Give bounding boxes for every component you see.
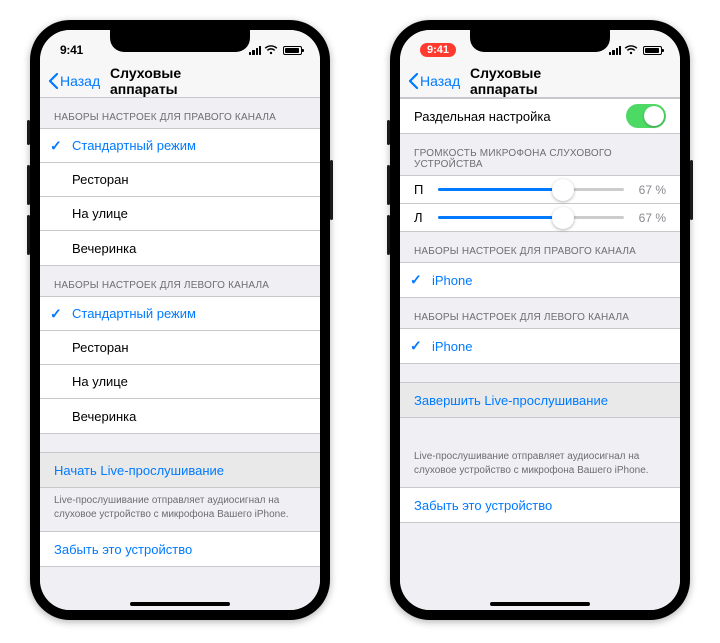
forget-device-label: Забыть это устройство: [54, 542, 192, 557]
section-header-left: НАБОРЫ НАСТРОЕК ДЛЯ ЛЕВОГО КАНАЛА: [40, 266, 320, 296]
battery-icon: [283, 46, 302, 55]
preset-option[interactable]: На улице: [40, 197, 320, 231]
slider-right: П 67 %: [400, 176, 680, 204]
preset-option[interactable]: ✓ Стандартный режим: [40, 297, 320, 331]
preset-label: iPhone: [432, 339, 472, 354]
back-button[interactable]: Назад: [408, 73, 460, 89]
page-title: Слуховые аппараты: [470, 65, 610, 97]
side-button: [330, 160, 333, 220]
nav-bar: Назад Слуховые аппараты: [40, 64, 320, 98]
page-title: Слуховые аппараты: [110, 65, 250, 97]
section-header-right: НАБОРЫ НАСТРОЕК ДЛЯ ПРАВОГО КАНАЛА: [40, 98, 320, 128]
side-button: [690, 160, 693, 220]
checkmark-icon: ✓: [50, 137, 62, 154]
side-button: [387, 215, 390, 255]
side-button: [387, 165, 390, 205]
preset-label: Вечеринка: [72, 241, 136, 256]
content[interactable]: Раздельная настройка ГРОМКОСТЬ МИКРОФОНА…: [400, 98, 680, 610]
live-listen-group: Начать Live-прослушивание: [40, 452, 320, 488]
battery-icon: [643, 46, 662, 55]
separate-adjust-toggle[interactable]: [626, 104, 666, 128]
preset-option[interactable]: Вечеринка: [40, 399, 320, 433]
cellular-icon: [249, 46, 261, 55]
preset-label: Стандартный режим: [72, 306, 196, 321]
start-live-listen-button[interactable]: Начать Live-прослушивание: [40, 453, 320, 487]
nav-bar: Назад Слуховые аппараты: [400, 64, 680, 98]
slider-value: 67 %: [632, 211, 666, 225]
live-listen-label: Начать Live-прослушивание: [54, 463, 224, 478]
preset-option[interactable]: На улице: [40, 365, 320, 399]
phone-left: 9:41 Назад Слуховые аппараты НАБОРЫ НАСТ…: [30, 20, 330, 620]
stop-live-listen-button[interactable]: Завершить Live-прослушивание: [400, 383, 680, 417]
preset-label: Ресторан: [72, 340, 129, 355]
slider-label: П: [414, 182, 430, 197]
preset-label: На улице: [72, 206, 128, 221]
slider-label: Л: [414, 210, 430, 225]
status-time-recording[interactable]: 9:41: [420, 43, 456, 57]
screen: 9:41 Назад Слуховые аппараты НАБОРЫ НАСТ…: [40, 30, 320, 610]
live-listen-footer: Live-прослушивание отправляет аудиосигна…: [400, 444, 680, 487]
preset-option[interactable]: Вечеринка: [40, 231, 320, 265]
screen: 9:41 Назад Слуховые аппараты Раздельная …: [400, 30, 680, 610]
preset-option[interactable]: ✓ iPhone: [400, 263, 680, 297]
mic-volume-header: ГРОМКОСТЬ МИКРОФОНА СЛУХОВОГО УСТРОЙСТВА: [400, 134, 680, 175]
checkmark-icon: ✓: [410, 272, 422, 289]
preset-option[interactable]: ✓ Стандартный режим: [40, 129, 320, 163]
chevron-left-icon: [48, 73, 58, 89]
forget-device-button[interactable]: Забыть это устройство: [40, 532, 320, 566]
side-button: [27, 215, 30, 255]
live-listen-label: Завершить Live-прослушивание: [414, 393, 608, 408]
forget-group: Забыть это устройство: [400, 487, 680, 523]
wifi-icon: [624, 45, 638, 55]
preset-option[interactable]: ✓ iPhone: [400, 329, 680, 363]
status-right: [249, 45, 302, 55]
side-button: [27, 165, 30, 205]
forget-device-button[interactable]: Забыть это устройство: [400, 488, 680, 522]
right-preset-group: ✓ iPhone: [400, 262, 680, 298]
volume-slider-left[interactable]: [438, 216, 624, 219]
back-label: Назад: [60, 73, 100, 89]
preset-label: Ресторан: [72, 172, 129, 187]
preset-option[interactable]: Ресторан: [40, 163, 320, 197]
status-time: 9:41: [60, 43, 83, 57]
status-right: [609, 45, 662, 55]
live-listen-group: Завершить Live-прослушивание: [400, 382, 680, 418]
cellular-icon: [609, 46, 621, 55]
notch: [470, 30, 610, 52]
volume-slider-right[interactable]: [438, 188, 624, 191]
slider-left: Л 67 %: [400, 204, 680, 231]
checkmark-icon: ✓: [410, 338, 422, 355]
side-button: [387, 120, 390, 145]
side-button: [27, 120, 30, 145]
live-listen-footer: Live-прослушивание отправляет аудиосигна…: [40, 488, 320, 531]
separate-adjust-row: Раздельная настройка: [400, 98, 680, 134]
mic-volume-group: П 67 % Л 67 %: [400, 175, 680, 232]
back-label: Назад: [420, 73, 460, 89]
preset-label: iPhone: [432, 273, 472, 288]
wifi-icon: [264, 45, 278, 55]
left-preset-group: ✓ iPhone: [400, 328, 680, 364]
back-button[interactable]: Назад: [48, 73, 100, 89]
forget-device-label: Забыть это устройство: [414, 498, 552, 513]
left-presets-group: ✓ Стандартный режим Ресторан На улице Ве…: [40, 296, 320, 434]
right-presets-group: ✓ Стандартный режим Ресторан На улице Ве…: [40, 128, 320, 266]
section-header-right: НАБОРЫ НАСТРОЕК ДЛЯ ПРАВОГО КАНАЛА: [400, 232, 680, 262]
preset-label: Вечеринка: [72, 409, 136, 424]
preset-label: Стандартный режим: [72, 138, 196, 153]
chevron-left-icon: [408, 73, 418, 89]
notch: [110, 30, 250, 52]
preset-label: На улице: [72, 374, 128, 389]
preset-option[interactable]: Ресторан: [40, 331, 320, 365]
home-indicator[interactable]: [130, 602, 230, 606]
separate-adjust-label: Раздельная настройка: [414, 109, 551, 124]
slider-value: 67 %: [632, 183, 666, 197]
section-header-left: НАБОРЫ НАСТРОЕК ДЛЯ ЛЕВОГО КАНАЛА: [400, 298, 680, 328]
content[interactable]: НАБОРЫ НАСТРОЕК ДЛЯ ПРАВОГО КАНАЛА ✓ Ста…: [40, 98, 320, 610]
phone-right: 9:41 Назад Слуховые аппараты Раздельная …: [390, 20, 690, 620]
checkmark-icon: ✓: [50, 305, 62, 322]
forget-group: Забыть это устройство: [40, 531, 320, 567]
home-indicator[interactable]: [490, 602, 590, 606]
